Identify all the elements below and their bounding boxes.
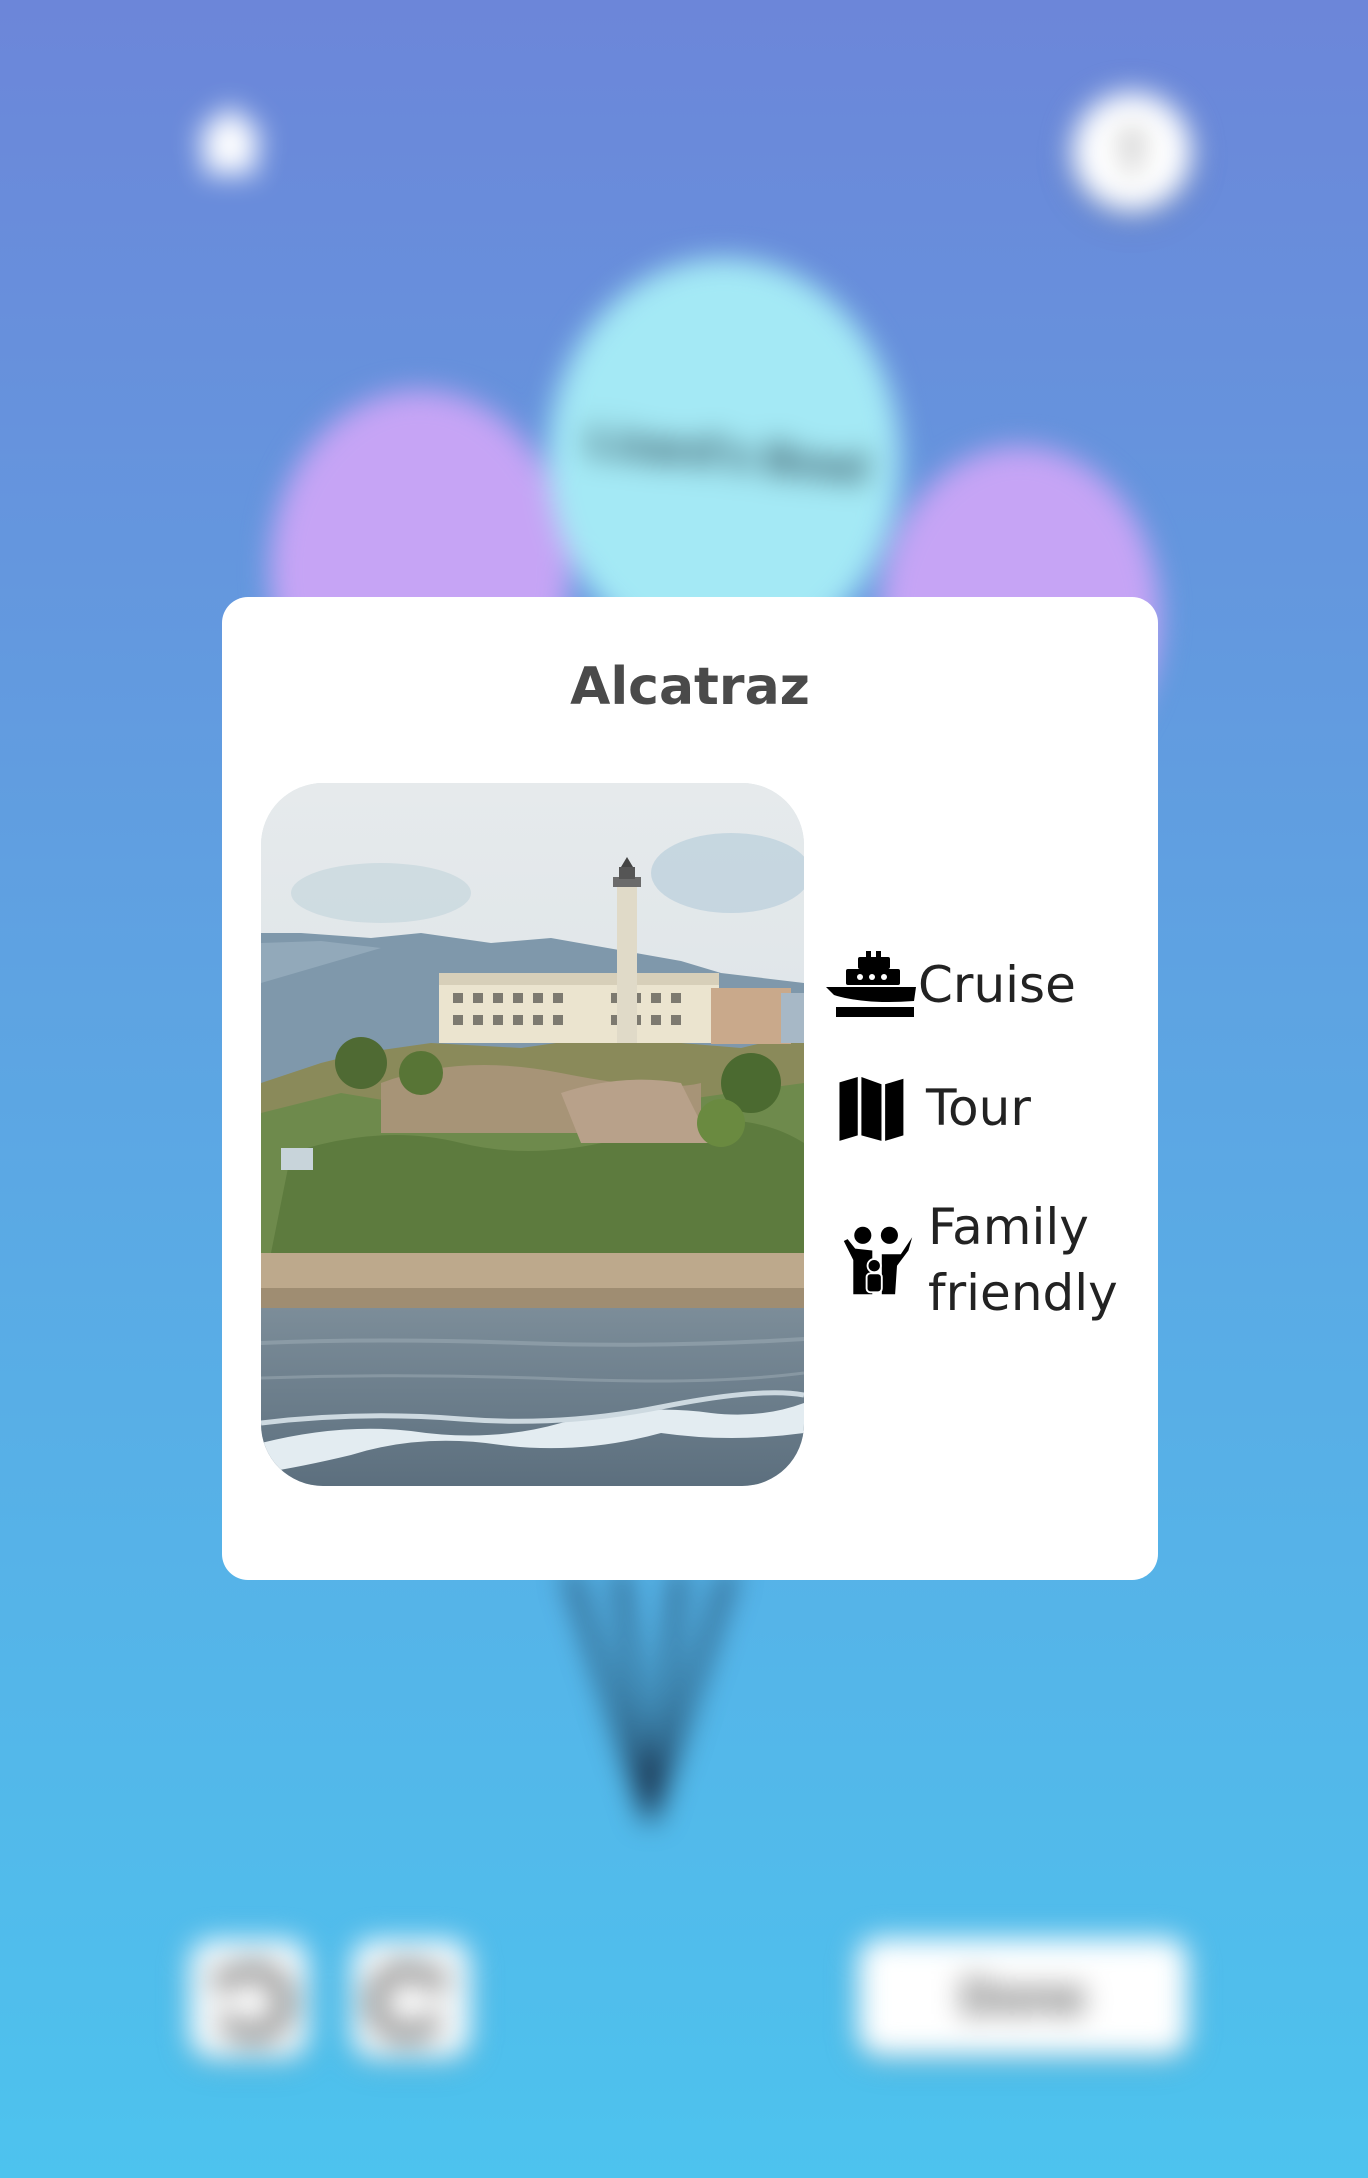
home-icon[interactable] [190, 100, 270, 180]
tag-tour-label: Tour [926, 1079, 1031, 1137]
done-label: Done [960, 1969, 1086, 2025]
attraction-photo [261, 783, 804, 1486]
map-icon [839, 1076, 904, 1141]
redo-icon [368, 1963, 448, 2042]
tag-tour: Tour [834, 1072, 1031, 1144]
profile-icon [1122, 130, 1142, 174]
modal-title: Alcatraz [570, 657, 810, 717]
profile-button[interactable] [1072, 92, 1192, 212]
undo-button[interactable] [190, 1940, 308, 2058]
tag-family-label-line2: friendly [928, 1264, 1118, 1322]
tag-cruise: Cruise [826, 949, 1076, 1021]
done-button[interactable]: Done [858, 1938, 1188, 2056]
tag-family-label-line1: Family [928, 1198, 1089, 1256]
tag-family-friendly: Family friendly [840, 1194, 1118, 1326]
balloon-strings [565, 1570, 735, 1822]
attraction-modal: Alcatraz Cruise Tour Family friendly [222, 597, 1158, 1580]
family-icon [843, 1226, 913, 1295]
redo-button[interactable] [352, 1940, 470, 2058]
ship-icon [826, 951, 916, 1017]
alcatraz-photo-illustration [261, 783, 804, 1486]
undo-icon [212, 1963, 292, 2042]
tag-cruise-label: Cruise [918, 956, 1076, 1014]
